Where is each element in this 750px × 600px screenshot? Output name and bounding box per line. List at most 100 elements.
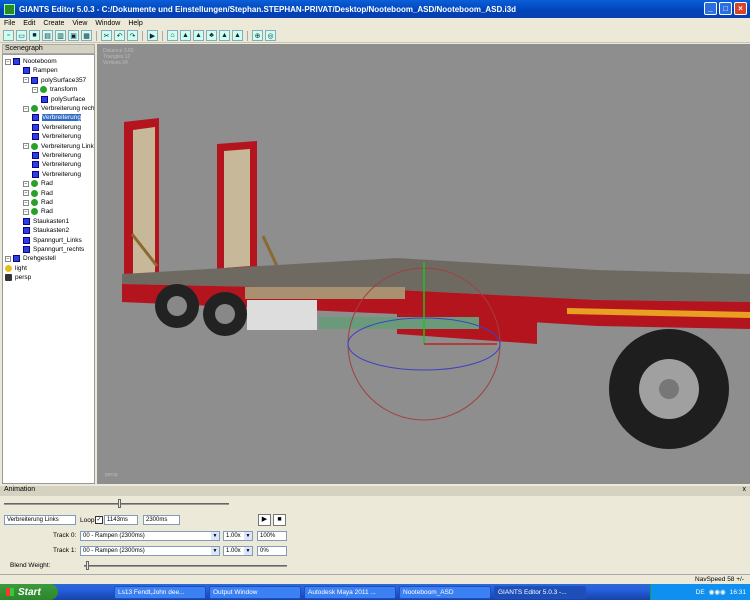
tree-node[interactable]: polySurface <box>41 95 85 104</box>
menu-view[interactable]: View <box>72 20 87 27</box>
tree-node[interactable]: − Rad <box>23 198 53 207</box>
language-indicator[interactable]: DE <box>696 589 705 596</box>
tree-node[interactable]: Verbreiterung <box>32 170 81 179</box>
tree-node[interactable]: Spanngurt_Links <box>23 236 82 245</box>
task-giants-editor[interactable]: GIANTS Editor 5.0.3 -... <box>494 585 586 599</box>
tree-node[interactable]: − transform <box>32 85 77 94</box>
track1-clip-select[interactable]: 00 - Rampen (2300ms) ▼ <box>80 546 220 556</box>
expand-toggle-icon[interactable]: − <box>23 208 29 215</box>
tree-node[interactable]: − Nooteboom <box>5 57 57 66</box>
system-tray: DE ◉◉◉ 16:31 <box>650 584 750 600</box>
tree-node[interactable]: Verbreiterung <box>32 113 82 122</box>
export-icon[interactable]: ▥ <box>55 30 66 41</box>
timeline-thumb[interactable] <box>118 499 121 508</box>
tree-node[interactable]: Staukasten1 <box>23 217 69 226</box>
expand-toggle-icon[interactable]: − <box>23 190 29 197</box>
expand-toggle-icon[interactable]: − <box>23 143 29 150</box>
tree-node[interactable]: − Drehgestell <box>5 254 56 263</box>
tree-node[interactable]: − Rad <box>23 179 53 188</box>
open-icon[interactable]: ▭ <box>16 30 27 41</box>
new-icon[interactable]: ▫ <box>3 30 14 41</box>
save-icon[interactable]: ■ <box>29 30 40 41</box>
track1-weight-field[interactable]: 0% <box>257 546 287 556</box>
snap-icon[interactable]: ⊕ <box>252 30 263 41</box>
tree-node[interactable]: Verbreiterung <box>32 151 81 160</box>
save-as-icon[interactable]: ▣ <box>68 30 79 41</box>
task-browser[interactable]: Ls13 Fendt,John dee... <box>114 585 206 599</box>
3d-viewport[interactable]: Distance 3.65 Triangles 12 Vertices 24 p… <box>97 44 750 484</box>
track0-speed-select[interactable]: 1.00x ▼ <box>223 531 253 541</box>
tree-node[interactable]: Staukasten2 <box>23 226 69 235</box>
expand-toggle-icon[interactable]: − <box>5 58 11 65</box>
expand-toggle-icon[interactable]: − <box>23 180 29 187</box>
import-icon[interactable]: ▤ <box>42 30 53 41</box>
transform-icon <box>31 189 38 197</box>
tree-node[interactable]: Spanngurt_rechts <box>23 245 84 254</box>
play-button[interactable]: ▶ <box>258 514 271 526</box>
task-maya[interactable]: Autodesk Maya 2011 ... <box>304 585 396 599</box>
tree-node[interactable]: − Verbreiterung Links <box>23 142 94 151</box>
task-output-window[interactable]: Output Window <box>209 585 301 599</box>
maximize-button[interactable]: □ <box>719 2 732 15</box>
tree-node[interactable]: Verbreiterung <box>32 123 81 132</box>
close-button[interactable]: × <box>734 2 747 15</box>
menu-help[interactable]: Help <box>128 20 142 27</box>
current-time-field[interactable]: 1143ms <box>104 515 138 525</box>
image-icon[interactable]: ▦ <box>81 30 92 41</box>
menu-edit[interactable]: Edit <box>23 20 35 27</box>
blend-weight-thumb[interactable] <box>86 561 89 570</box>
tree-node[interactable]: persp <box>5 273 31 282</box>
terrain-smooth-icon[interactable]: ▲ <box>219 30 230 41</box>
window-title: GIANTS Editor 5.0.3 - C:/Dokumente und E… <box>19 4 517 14</box>
task-label: GIANTS Editor 5.0.3 -... <box>498 588 567 596</box>
blend-weight-slider[interactable] <box>84 565 287 567</box>
tree-node[interactable]: − polySurface357 <box>23 76 86 85</box>
timeline-slider[interactable] <box>4 503 229 505</box>
gizmo-icon[interactable]: ◎ <box>265 30 276 41</box>
menu-create[interactable]: Create <box>43 20 64 27</box>
minimize-button[interactable]: _ <box>704 2 717 15</box>
cube-icon <box>23 67 30 75</box>
expand-toggle-icon[interactable]: − <box>23 105 29 112</box>
track1-speed-select[interactable]: 1.00x ▼ <box>223 546 253 556</box>
stop-button[interactable]: ■ <box>273 514 286 526</box>
track0-weight-field[interactable]: 100% <box>257 531 287 541</box>
foliage-icon[interactable]: ♣ <box>206 30 217 41</box>
clip-name-field[interactable]: Verbreiterung Links <box>4 515 76 525</box>
tree-node[interactable]: Rampen <box>23 66 58 75</box>
animation-close-icon[interactable]: x <box>743 486 747 493</box>
tree-node[interactable]: Verbreiterung <box>32 132 81 141</box>
track1-speed-value: 1.00x <box>226 548 241 554</box>
scenegraph-tree[interactable]: − Nooteboom Rampen − polySurface357− transfor… <box>2 54 95 484</box>
menu-file[interactable]: File <box>4 20 15 27</box>
tree-node[interactable]: Verbreiterung <box>32 160 81 169</box>
play-icon[interactable]: ▶ <box>147 30 158 41</box>
cut-icon[interactable]: ✂ <box>101 30 112 41</box>
track0-clip-select[interactable]: 00 - Rampen (2300ms) ▼ <box>80 531 220 541</box>
blend-weight-label: Blend Weight: <box>10 562 51 569</box>
expand-toggle-icon[interactable]: − <box>23 77 29 84</box>
menu-window[interactable]: Window <box>95 20 120 27</box>
task-label: Nooteboom_ASD <box>403 588 454 596</box>
undo-icon[interactable]: ↶ <box>114 30 125 41</box>
redo-icon[interactable]: ↷ <box>127 30 138 41</box>
terrain-icon[interactable]: ▲ <box>180 30 191 41</box>
task-folder[interactable]: Nooteboom_ASD <box>399 585 491 599</box>
chevron-down-icon: ▼ <box>244 547 252 555</box>
tree-node[interactable]: − Verbreiterung recht <box>23 104 94 113</box>
tree-node[interactable]: light <box>5 264 27 273</box>
transform-icon <box>31 199 38 206</box>
expand-toggle-icon[interactable]: − <box>23 199 29 206</box>
expand-toggle-icon[interactable]: − <box>32 86 38 93</box>
terrain-paint-icon[interactable]: ▲ <box>193 30 204 41</box>
cube-icon <box>23 227 30 235</box>
start-button[interactable]: Start <box>0 584 58 600</box>
tree-node[interactable]: − Rad <box>23 207 53 216</box>
loop-checkbox[interactable]: ✓ <box>95 516 103 524</box>
tree-node[interactable]: − Rad <box>23 189 53 198</box>
home-icon[interactable]: ⌂ <box>167 30 178 41</box>
expand-toggle-icon[interactable]: − <box>5 255 11 262</box>
total-time-field[interactable]: 2300ms <box>143 515 180 525</box>
tree-node-label: Verbreiterung <box>42 170 82 178</box>
terrain-level-icon[interactable]: ▲ <box>232 30 243 41</box>
